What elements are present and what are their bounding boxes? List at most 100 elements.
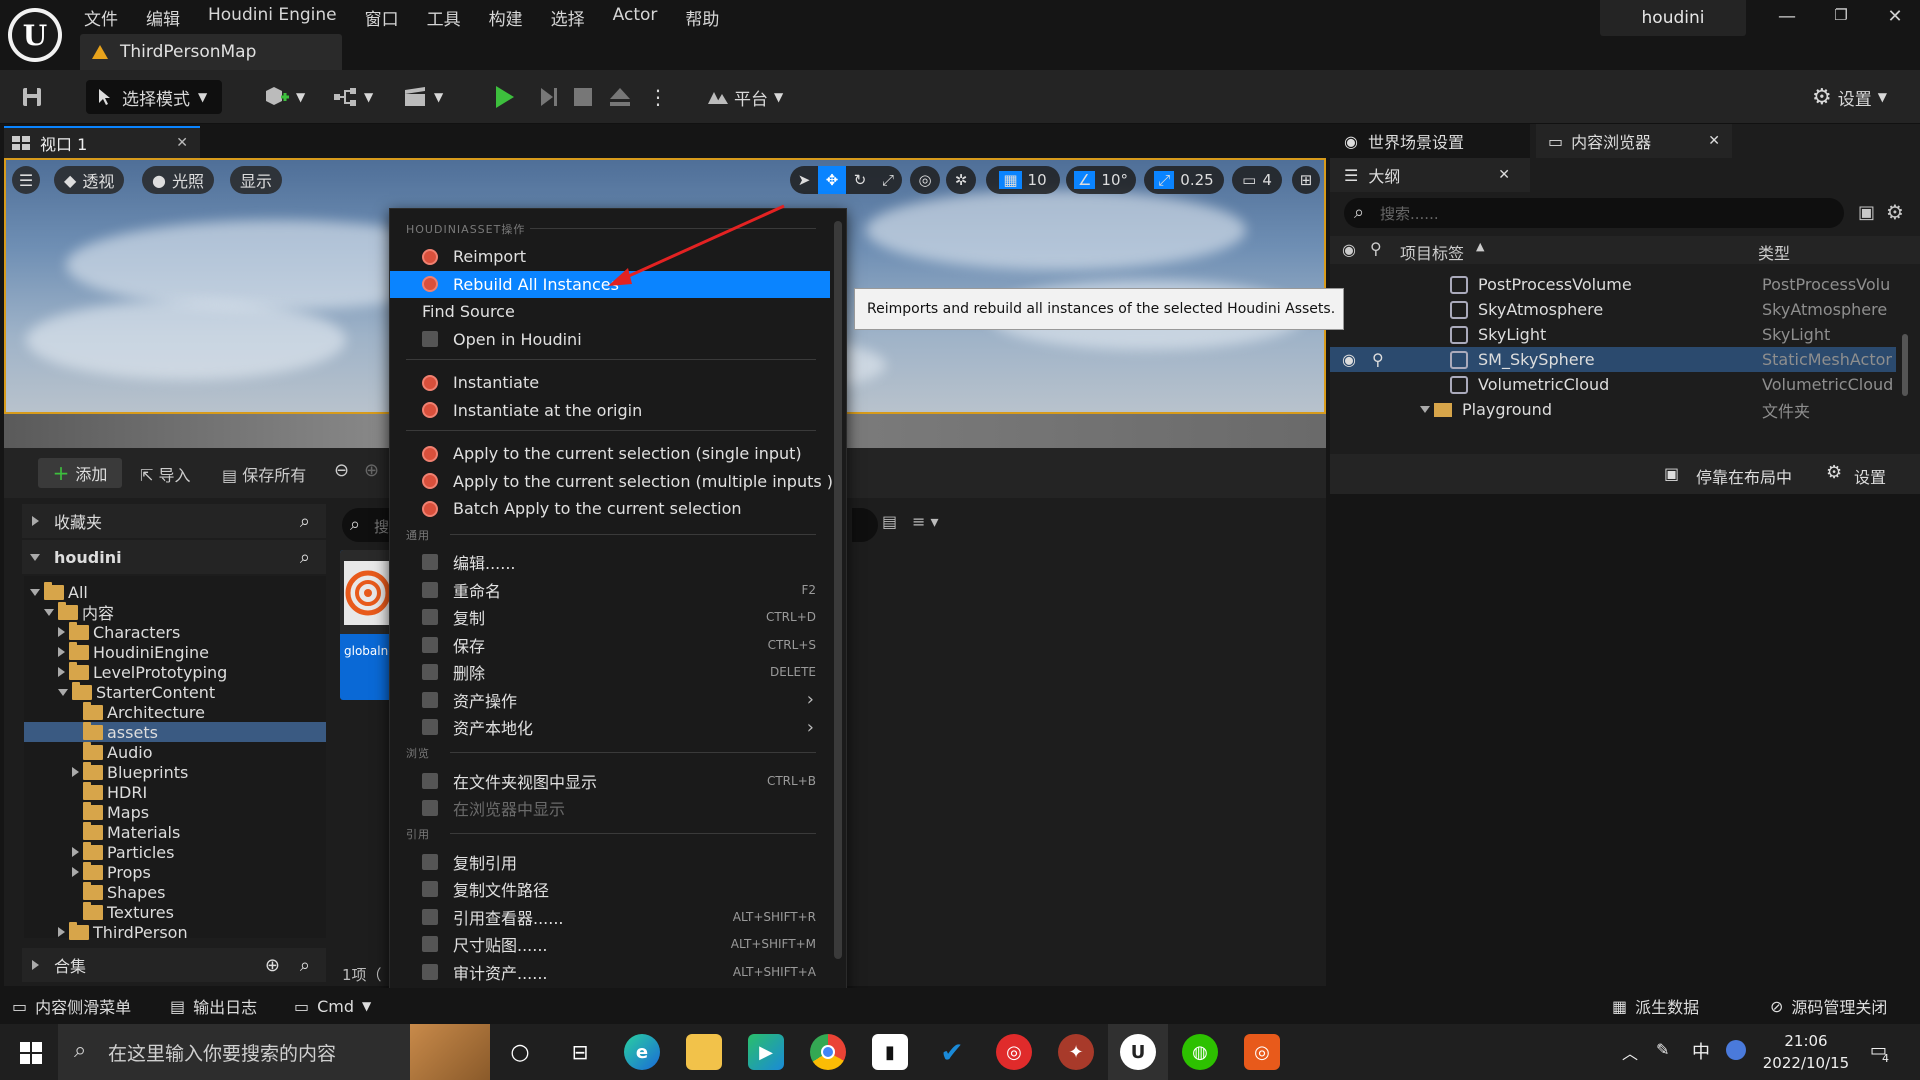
menu-help[interactable]: 帮助 xyxy=(671,0,733,30)
menu-tools[interactable]: 工具 xyxy=(413,0,475,30)
menu-edit[interactable]: 编辑 xyxy=(132,0,194,30)
col-label[interactable]: 项目标签 xyxy=(1400,240,1464,264)
tray-chevron-icon[interactable]: ︿ xyxy=(1622,1040,1638,1064)
viewport-menu-icon[interactable]: ☰ xyxy=(12,166,40,194)
folder-tree-item[interactable]: Particles xyxy=(72,841,174,862)
app-icon[interactable]: ▮ xyxy=(872,1034,908,1070)
folder-tree-item[interactable]: Blueprints xyxy=(72,761,188,782)
cmd-button[interactable]: ▭ Cmd ▼ xyxy=(294,988,371,1024)
asset-search-input[interactable]: ⌕ 搜 xyxy=(342,508,392,542)
folder-tree-item[interactable]: HoudiniEngine xyxy=(58,641,209,662)
layout-icon[interactable]: ⊞ xyxy=(1292,166,1320,194)
add-folder-icon[interactable]: ▣ xyxy=(1858,202,1875,223)
collections-section[interactable]: 合集 ⊕ ⌕ xyxy=(22,948,326,982)
file-explorer-icon[interactable] xyxy=(686,1034,722,1070)
content-browser-tab[interactable]: ▭ 内容浏览器 ✕ xyxy=(1536,124,1732,158)
search-icon[interactable]: ⌕ xyxy=(300,511,310,532)
blueprint-button[interactable]: ▼ xyxy=(332,80,373,114)
store-icon[interactable]: ▶ xyxy=(748,1034,784,1070)
visibility-icon[interactable]: ◉ xyxy=(1342,350,1356,369)
folder-tree-item[interactable]: Characters xyxy=(58,621,180,642)
outliner-row[interactable]: Playground 文件夹 xyxy=(1330,397,1896,422)
menu-item-apply[interactable]: Apply to the current selection (multiple… xyxy=(390,468,833,495)
world-settings-tab[interactable]: ◉ 世界场景设置 xyxy=(1330,124,1530,158)
level-tab[interactable]: ThirdPersonMap xyxy=(80,34,342,70)
menu-item-apply[interactable]: Batch Apply to the current selection xyxy=(390,495,830,522)
close-icon[interactable]: ✕ xyxy=(1498,167,1510,183)
folder-tree-item[interactable]: Maps xyxy=(72,801,149,822)
source-control-button[interactable]: ⊘ 源码管理关闭 xyxy=(1770,988,1887,1024)
perspective-button[interactable]: ◆ 透视 xyxy=(54,166,125,194)
pin-icon[interactable]: ⚲ xyxy=(1372,350,1384,369)
add-actor-button[interactable]: ▼ xyxy=(264,80,305,114)
menu-select[interactable]: 选择 xyxy=(537,0,599,30)
menu-window[interactable]: 窗口 xyxy=(351,0,413,30)
ime-indicator[interactable]: 中 xyxy=(1692,1038,1710,1064)
wechat-icon[interactable]: ◍ xyxy=(1182,1034,1218,1070)
chevron-right-icon[interactable] xyxy=(72,847,79,857)
menu-scrollbar[interactable] xyxy=(834,221,842,959)
show-button[interactable]: 显示 xyxy=(230,166,283,194)
folder-tree-item[interactable]: Props xyxy=(72,861,151,882)
stop-button[interactable] xyxy=(574,80,592,114)
project-section[interactable]: houdini ⌕ xyxy=(22,540,326,574)
game-icon[interactable]: ✦ xyxy=(1058,1034,1094,1070)
chevron-right-icon[interactable] xyxy=(58,667,65,677)
chevron-down-icon[interactable] xyxy=(1420,406,1430,413)
houdini-taskbar-icon[interactable]: ◎ xyxy=(1244,1034,1280,1070)
rotate-snap-button[interactable]: ∠ 10° xyxy=(1066,166,1136,194)
translate-tool-icon[interactable]: ✥ xyxy=(818,166,846,194)
rotate-tool-icon[interactable]: ↻ xyxy=(846,166,874,194)
viewport-tab[interactable]: 视口 1 ✕ xyxy=(4,126,200,158)
close-icon[interactable]: ✕ xyxy=(1708,133,1720,149)
folder-tree-item[interactable]: assets xyxy=(24,721,326,742)
eject-button[interactable] xyxy=(608,80,632,114)
menu-item-reference[interactable]: 引用查看器...... ALT+SHIFT+R xyxy=(390,903,830,930)
folder-tree-item[interactable]: All xyxy=(30,581,88,602)
play-button[interactable] xyxy=(496,80,514,114)
task-view-icon[interactable]: ○ xyxy=(502,1034,538,1070)
save-search-icon[interactable]: ▤ xyxy=(882,512,897,531)
menu-item-open-in-houdini[interactable]: Open in Houdini xyxy=(390,326,830,353)
outliner-row[interactable]: VolumetricCloud VolumetricCloud xyxy=(1330,372,1896,397)
save-icon[interactable] xyxy=(20,80,44,114)
minimize-button[interactable]: — xyxy=(1772,6,1802,30)
chevron-down-icon[interactable] xyxy=(44,608,54,616)
camera-speed-button[interactable]: ▭ 4 xyxy=(1232,166,1282,194)
menu-build[interactable]: 构建 xyxy=(475,0,537,30)
menu-houdini-engine[interactable]: Houdini Engine xyxy=(194,0,351,30)
chevron-right-icon[interactable] xyxy=(58,627,65,637)
menu-item-common[interactable]: 资产操作 › xyxy=(390,686,830,713)
search-icon[interactable]: ⌕ xyxy=(300,955,310,976)
chevron-right-icon[interactable] xyxy=(72,867,79,877)
pen-icon[interactable]: ✎ xyxy=(1656,1040,1669,1059)
import-button[interactable]: ⇱ 导入 xyxy=(140,462,191,486)
search-icon[interactable]: ⌕ xyxy=(300,547,310,568)
folder-tree-item[interactable]: StarterContent xyxy=(58,681,215,702)
menu-item-apply[interactable]: Apply to the current selection (single i… xyxy=(390,440,830,467)
chevron-down-icon[interactable] xyxy=(30,588,40,596)
scale-snap-button[interactable]: ⤢ 0.25 xyxy=(1144,166,1224,194)
outliner-row[interactable]: PostProcessVolume PostProcessVolu xyxy=(1330,272,1896,297)
visibility-icon[interactable]: ◉ xyxy=(1342,240,1356,259)
outliner-search-input[interactable]: ⌕ 搜索...... xyxy=(1344,198,1844,228)
chevron-right-icon[interactable] xyxy=(72,767,79,777)
menu-item-reference[interactable]: 审计资产...... ALT+SHIFT+A xyxy=(390,958,830,985)
save-all-button[interactable]: ▤ 保存所有 xyxy=(222,462,306,486)
details-settings-label[interactable]: 设置 xyxy=(1854,464,1886,488)
folder-tree-item[interactable]: Architecture xyxy=(72,701,205,722)
windows-start-icon[interactable] xyxy=(20,1042,42,1064)
chrome-icon[interactable] xyxy=(810,1034,846,1070)
surface-snap-icon[interactable]: ✲ xyxy=(946,166,976,194)
cinematics-button[interactable]: ▼ xyxy=(402,80,443,114)
folder-tree-item[interactable]: HDRI xyxy=(72,781,147,802)
menu-item-reference[interactable]: 尺寸贴图...... ALT+SHIFT+M xyxy=(390,931,830,958)
asset-tile[interactable]: globalno xyxy=(340,550,394,700)
menu-item-instantiate-origin[interactable]: Instantiate at the origin xyxy=(390,397,830,424)
folder-tree-item[interactable]: ThirdPerson xyxy=(58,921,188,942)
derived-data-button[interactable]: ▦ 派生数据 xyxy=(1612,988,1699,1024)
outliner-row[interactable]: ◉ ⚲ SM_SkySphere StaticMeshActor xyxy=(1330,347,1896,372)
favorites-section[interactable]: 收藏夹 ⌕ xyxy=(22,504,326,538)
select-tool-icon[interactable]: ➤ xyxy=(790,166,818,194)
menu-item-browse[interactable]: 在文件夹视图中显示 CTRL+B xyxy=(390,767,830,794)
